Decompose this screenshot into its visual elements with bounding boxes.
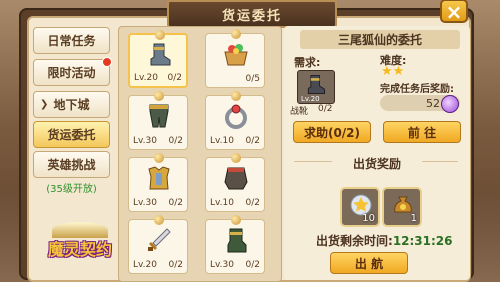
pin-icon bbox=[154, 91, 164, 101]
gauntlet-icon bbox=[227, 228, 247, 253]
card-count: 0/2 bbox=[245, 136, 260, 146]
sword-icon bbox=[148, 228, 171, 251]
freight-card[interactable]: Lv.30 0/2 bbox=[205, 215, 265, 274]
required-item-level: Lv.20 bbox=[301, 95, 320, 103]
chest-armor-icon bbox=[148, 166, 170, 190]
pin-icon bbox=[154, 153, 164, 163]
tab-label: 日常任务 bbox=[47, 34, 96, 48]
freight-card[interactable]: Lv.20 0/2 bbox=[128, 30, 188, 88]
delegation-heading: 三尾狐仙的委托 bbox=[300, 30, 460, 49]
tab-label: 地下城 bbox=[53, 98, 90, 112]
card-level: Lv.20 bbox=[133, 260, 157, 270]
freight-card[interactable]: Lv.10 0/2 bbox=[205, 91, 265, 150]
pin-icon bbox=[231, 153, 241, 163]
card-level: Lv.10 bbox=[210, 198, 234, 208]
skirt-armor-icon bbox=[224, 167, 248, 190]
freight-card[interactable]: Lv.10 0/2 bbox=[205, 153, 265, 212]
go-button[interactable]: 前 往 bbox=[383, 121, 461, 143]
card-level: Lv.30 bbox=[210, 260, 234, 270]
freight-card[interactable]: Lv.30 0/2 bbox=[128, 153, 188, 212]
required-item-name: 战靴 bbox=[290, 107, 309, 117]
card-count: 0/2 bbox=[168, 136, 183, 146]
pin-icon bbox=[231, 91, 241, 101]
gift-basket-icon bbox=[224, 44, 248, 66]
card-count: 0/5 bbox=[245, 74, 260, 84]
freight-card[interactable]: 0/5 bbox=[205, 29, 265, 88]
close-button[interactable]: × bbox=[440, 0, 468, 23]
card-count: 0/2 bbox=[245, 198, 260, 208]
card-level: Lv.10 bbox=[210, 136, 234, 146]
freight-card[interactable]: Lv.30 0/2 bbox=[128, 91, 188, 150]
reward-label: 完成任务后奖励: bbox=[380, 84, 454, 95]
tab-hero-challenge[interactable]: 英雄挑战 bbox=[33, 151, 110, 178]
leg-armor-icon bbox=[149, 104, 169, 128]
tab-label: 限时活动 bbox=[47, 66, 96, 80]
alert-dot-icon bbox=[102, 57, 112, 67]
pin-icon bbox=[154, 215, 164, 225]
card-count: 0/2 bbox=[167, 73, 182, 83]
need-label: 需求: bbox=[294, 56, 321, 69]
pin-icon bbox=[231, 29, 241, 39]
ship-reward-heading: 出货奖励 bbox=[332, 155, 422, 171]
card-level: Lv.30 bbox=[133, 198, 157, 208]
freight-card[interactable]: Lv.20 0/2 bbox=[128, 215, 188, 274]
timer-label: 出货剩余时间: bbox=[316, 234, 393, 248]
tab-unlock-level: (35级开放) bbox=[46, 184, 97, 195]
chevron-right-icon: ❯ bbox=[40, 99, 49, 110]
reward-slot[interactable]: 1 bbox=[382, 187, 422, 227]
game-logo: 魔灵契约 bbox=[44, 222, 116, 266]
pin-icon bbox=[155, 30, 165, 40]
ship-timer: 出货剩余时间:12:31:26 bbox=[316, 232, 453, 249]
timer-value: 12:31:26 bbox=[392, 234, 453, 248]
logo-text: 魔灵契约 bbox=[47, 240, 112, 259]
card-level: Lv.20 bbox=[134, 73, 158, 83]
boot-icon bbox=[307, 75, 325, 94]
reward-value: 52 bbox=[426, 97, 440, 110]
purple-orb-icon bbox=[441, 95, 459, 113]
card-level: Lv.30 bbox=[133, 136, 157, 146]
tab-freight-delegation[interactable]: 货运委托 bbox=[33, 121, 110, 148]
tab-daily-tasks[interactable]: 日常任务 bbox=[33, 27, 110, 54]
ship-out-button[interactable]: 出 航 bbox=[330, 252, 408, 274]
reward-count: 1 bbox=[410, 213, 417, 224]
tab-limited-events[interactable]: 限时活动 bbox=[33, 59, 110, 86]
tab-label: 货运委托 bbox=[47, 128, 96, 142]
tab-dungeon[interactable]: ❯ 地下城 bbox=[33, 91, 110, 118]
pin-icon bbox=[231, 215, 241, 225]
reward-count: 10 bbox=[362, 213, 375, 224]
tab-label: 英雄挑战 bbox=[47, 158, 96, 172]
card-count: 0/2 bbox=[245, 260, 260, 270]
card-count: 0/2 bbox=[168, 198, 183, 208]
ring-icon bbox=[225, 104, 247, 129]
boot-icon bbox=[150, 43, 171, 66]
difficulty-stars: ★★ bbox=[381, 64, 405, 79]
window-title: 货运委托 bbox=[167, 0, 337, 28]
required-item[interactable]: Lv.20 bbox=[297, 70, 335, 104]
required-item-count: 0/2 bbox=[318, 104, 333, 114]
help-request-button[interactable]: 求助(0/2) bbox=[293, 121, 371, 143]
reward-slot[interactable]: 10 bbox=[340, 187, 380, 227]
card-count: 0/2 bbox=[168, 260, 183, 270]
